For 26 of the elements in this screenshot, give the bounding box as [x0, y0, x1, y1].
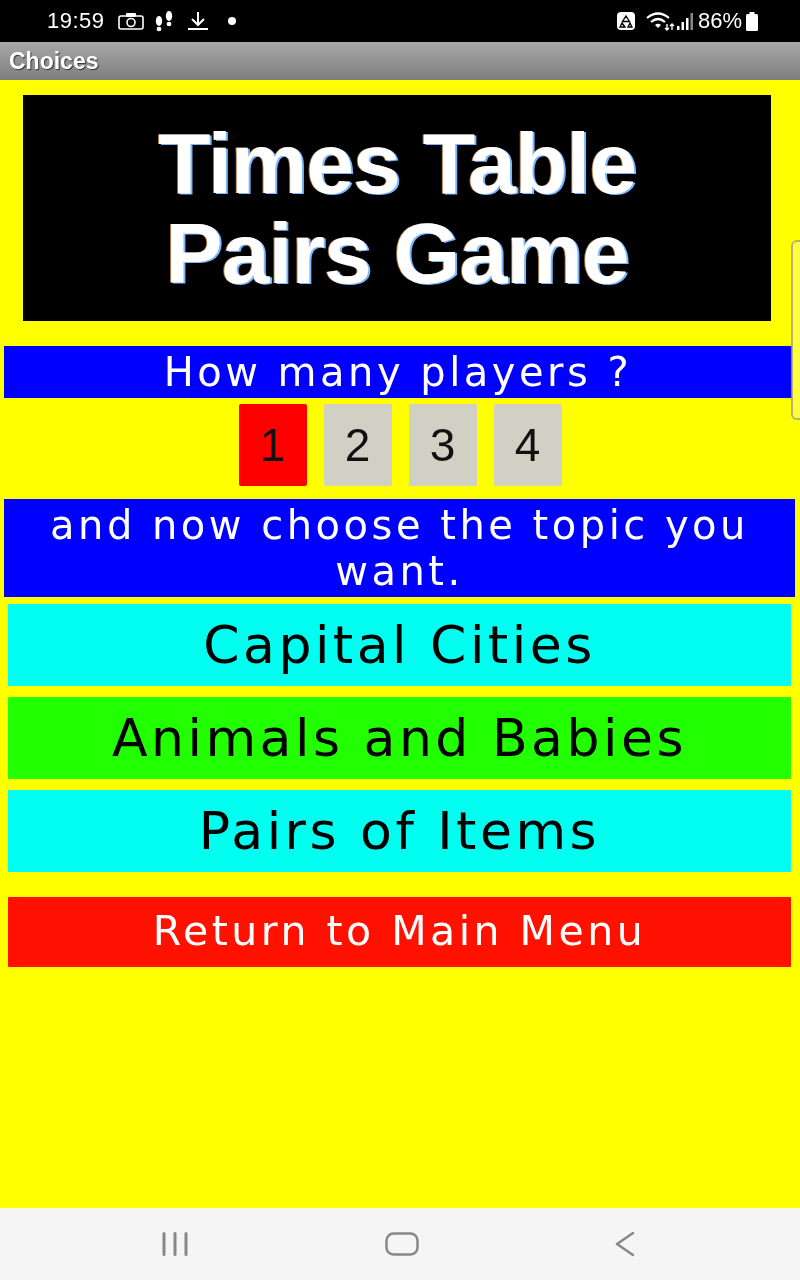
battery-percent: 86%	[697, 10, 742, 32]
recent-apps-icon[interactable]	[160, 1232, 190, 1256]
topic-button[interactable]: Capital Cities	[8, 604, 791, 686]
player-count-button[interactable]: 1	[238, 404, 307, 486]
signal-icon	[676, 12, 693, 30]
screen-title: Choices	[9, 49, 99, 73]
player-count-button[interactable]: 4	[493, 404, 562, 486]
banner-title-text: Times Table	[157, 118, 637, 208]
banner-title-text: Pairs Game	[165, 208, 629, 298]
status-time: 19:59	[47, 10, 105, 32]
camera-icon	[117, 12, 144, 30]
topic-button[interactable]: Pairs of Items	[8, 790, 791, 872]
player-count-button[interactable]: 2	[323, 404, 392, 486]
back-icon[interactable]	[614, 1231, 636, 1257]
battery-icon	[746, 11, 758, 31]
dot-icon	[227, 17, 236, 25]
return-main-menu-button[interactable]: Return to Main Menu	[8, 897, 791, 967]
edge-panel-handle[interactable]	[791, 240, 800, 420]
players-prompt: How many players ?	[4, 346, 792, 398]
player-count-button[interactable]: 3	[408, 404, 477, 486]
topic-button[interactable]: Animals and Babies	[8, 697, 791, 779]
home-icon[interactable]	[385, 1232, 419, 1256]
recycle-icon	[616, 12, 635, 30]
download-icon	[186, 11, 209, 31]
topic-prompt: and now choose the topic you want.	[4, 499, 795, 597]
wifi-icon	[644, 11, 675, 31]
